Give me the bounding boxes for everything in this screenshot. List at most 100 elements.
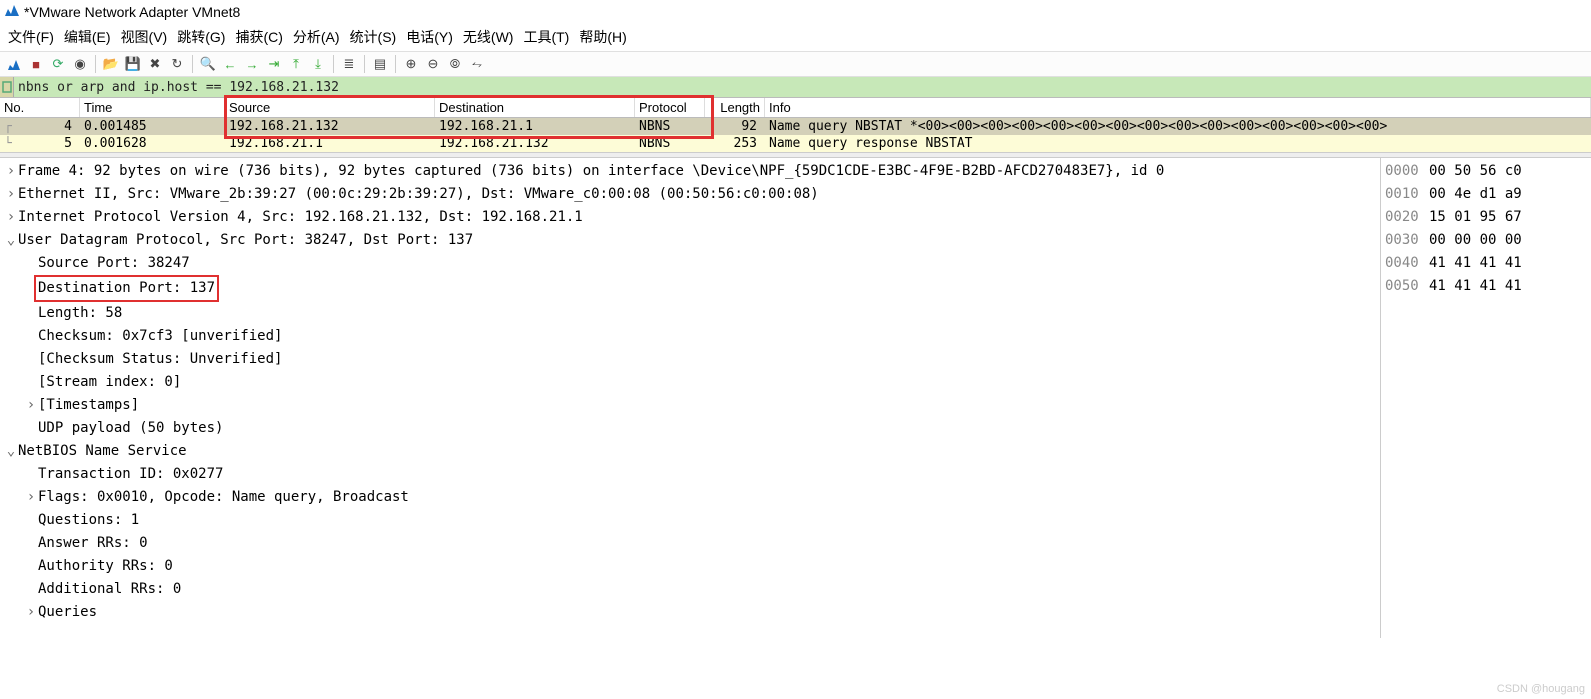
related-bracket-icon: └ (0, 136, 14, 151)
tree-label: NetBIOS Name Service (18, 440, 187, 463)
expand-icon[interactable]: › (24, 394, 38, 417)
display-filter-input[interactable] (14, 78, 1591, 97)
tree-udp-checksum-status[interactable]: [Checksum Status: Unverified] (0, 348, 1380, 371)
tree-nbns[interactable]: ⌄NetBIOS Name Service (0, 440, 1380, 463)
tree-label: Frame 4: 92 bytes on wire (736 bits), 92… (18, 160, 1164, 183)
tree-label: Flags: 0x0010, Opcode: Name query, Broad… (38, 486, 409, 509)
packet-details-pane[interactable]: ›Frame 4: 92 bytes on wire (736 bits), 9… (0, 158, 1381, 638)
expand-icon[interactable]: › (4, 206, 18, 229)
go-last-icon[interactable]: ⤓ (308, 54, 328, 74)
menu-capture[interactable]: 捕获(C) (235, 27, 282, 47)
column-header-destination[interactable]: Destination (435, 98, 635, 117)
zoom-in-icon[interactable]: ⊕ (401, 54, 421, 74)
expand-icon[interactable]: › (24, 601, 38, 624)
menu-telephony[interactable]: 电话(Y) (406, 27, 453, 47)
hex-bytes: 41 41 41 41 (1429, 255, 1522, 271)
column-header-length[interactable]: Length (705, 98, 765, 117)
go-forward-icon[interactable]: → (242, 54, 262, 74)
cell-no: 5 (14, 136, 80, 151)
save-file-icon[interactable]: 💾 (123, 54, 143, 74)
resize-columns-icon[interactable]: ⥊ (467, 54, 487, 74)
tree-udp-checksum[interactable]: Checksum: 0x7cf3 [unverified] (0, 325, 1380, 348)
toolbar-divider (192, 55, 193, 73)
find-packet-icon[interactable]: 🔍 (198, 54, 218, 74)
hex-offset: 0000 (1385, 160, 1429, 183)
hex-bytes: 00 50 56 c0 (1429, 163, 1522, 179)
tree-frame[interactable]: ›Frame 4: 92 bytes on wire (736 bits), 9… (0, 160, 1380, 183)
hex-row[interactable]: 000000 50 56 c0 (1385, 160, 1587, 183)
tree-label: Queries (38, 601, 97, 624)
column-header-time[interactable]: Time (80, 98, 225, 117)
filter-bookmark-icon[interactable] (0, 77, 14, 97)
tree-udp[interactable]: ⌄User Datagram Protocol, Src Port: 38247… (0, 229, 1380, 252)
tree-udp-stream[interactable]: [Stream index: 0] (0, 371, 1380, 394)
hex-row[interactable]: 004041 41 41 41 (1385, 252, 1587, 275)
go-to-packet-icon[interactable]: ⇥ (264, 54, 284, 74)
column-header-info[interactable]: Info (765, 98, 1591, 117)
open-file-icon[interactable]: 📂 (101, 54, 121, 74)
menu-view[interactable]: 视图(V) (121, 27, 168, 47)
tree-nbns-queries[interactable]: ›Queries (0, 601, 1380, 624)
menu-tools[interactable]: 工具(T) (523, 27, 569, 47)
tree-nbns-answer[interactable]: Answer RRs: 0 (0, 532, 1380, 555)
tree-udp-payload[interactable]: UDP payload (50 bytes) (0, 417, 1380, 440)
close-file-icon[interactable]: ✖ (145, 54, 165, 74)
packet-bytes-pane[interactable]: 000000 50 56 c0 001000 4e d1 a9 002015 0… (1381, 158, 1591, 638)
tree-udp-timestamps[interactable]: ›[Timestamps] (0, 394, 1380, 417)
cell-length: 253 (705, 136, 765, 151)
tree-nbns-authority[interactable]: Authority RRs: 0 (0, 555, 1380, 578)
toolbar-divider (364, 55, 365, 73)
tree-label: Answer RRs: 0 (38, 532, 148, 555)
column-header-source[interactable]: Source (225, 98, 435, 117)
colorize-icon[interactable]: ▤ (370, 54, 390, 74)
zoom-out-icon[interactable]: ⊖ (423, 54, 443, 74)
hex-offset: 0010 (1385, 183, 1429, 206)
zoom-reset-icon[interactable]: ⦾ (445, 54, 465, 74)
expand-icon[interactable]: › (24, 486, 38, 509)
tree-label: Checksum: 0x7cf3 [unverified] (38, 325, 282, 348)
hex-row[interactable]: 003000 00 00 00 (1385, 229, 1587, 252)
packet-list-header: No. Time Source Destination Protocol Len… (0, 97, 1591, 118)
tree-label: Internet Protocol Version 4, Src: 192.16… (18, 206, 583, 229)
cell-source: 192.168.21.132 (225, 119, 435, 134)
packet-row[interactable]: └ 5 0.001628 192.168.21.1 192.168.21.132… (0, 135, 1591, 152)
restart-capture-icon[interactable]: ⟳ (48, 54, 68, 74)
menu-wireless[interactable]: 无线(W) (463, 27, 514, 47)
tree-nbns-additional[interactable]: Additional RRs: 0 (0, 578, 1380, 601)
menu-stats[interactable]: 统计(S) (350, 27, 397, 47)
hex-row[interactable]: 002015 01 95 67 (1385, 206, 1587, 229)
reload-icon[interactable]: ↻ (167, 54, 187, 74)
title-bar: *VMware Network Adapter VMnet8 (0, 0, 1591, 23)
tree-nbns-flags[interactable]: ›Flags: 0x0010, Opcode: Name query, Broa… (0, 486, 1380, 509)
auto-scroll-icon[interactable]: ≣ (339, 54, 359, 74)
column-header-protocol[interactable]: Protocol (635, 98, 705, 117)
tree-udp-srcport[interactable]: Source Port: 38247 (0, 252, 1380, 275)
hex-bytes: 00 00 00 00 (1429, 232, 1522, 248)
menu-edit[interactable]: 编辑(E) (64, 27, 111, 47)
collapse-icon[interactable]: ⌄ (4, 229, 18, 252)
hex-row[interactable]: 005041 41 41 41 (1385, 275, 1587, 298)
column-header-no[interactable]: No. (0, 98, 80, 117)
menu-go[interactable]: 跳转(G) (177, 27, 225, 47)
capture-options-icon[interactable]: ◉ (70, 54, 90, 74)
hex-row[interactable]: 001000 4e d1 a9 (1385, 183, 1587, 206)
go-first-icon[interactable]: ⤒ (286, 54, 306, 74)
start-capture-icon[interactable] (4, 54, 24, 74)
tree-ethernet[interactable]: ›Ethernet II, Src: VMware_2b:39:27 (00:0… (0, 183, 1380, 206)
menu-file[interactable]: 文件(F) (8, 27, 54, 47)
go-back-icon[interactable]: ← (220, 54, 240, 74)
expand-icon[interactable]: › (4, 183, 18, 206)
packet-row[interactable]: ┌ 4 0.001485 192.168.21.132 192.168.21.1… (0, 118, 1591, 135)
tree-label: UDP payload (50 bytes) (38, 417, 223, 440)
tree-nbns-txid[interactable]: Transaction ID: 0x0277 (0, 463, 1380, 486)
tree-ip[interactable]: ›Internet Protocol Version 4, Src: 192.1… (0, 206, 1380, 229)
collapse-icon[interactable]: ⌄ (4, 440, 18, 463)
menu-analyze[interactable]: 分析(A) (293, 27, 340, 47)
tree-udp-length[interactable]: Length: 58 (0, 302, 1380, 325)
expand-icon[interactable]: › (4, 160, 18, 183)
packet-list-body[interactable]: ┌ 4 0.001485 192.168.21.132 192.168.21.1… (0, 118, 1591, 152)
stop-capture-icon[interactable]: ■ (26, 54, 46, 74)
menu-help[interactable]: 帮助(H) (579, 27, 626, 47)
tree-udp-dstport[interactable]: Destination Port: 137 (0, 275, 1380, 302)
tree-nbns-questions[interactable]: Questions: 1 (0, 509, 1380, 532)
